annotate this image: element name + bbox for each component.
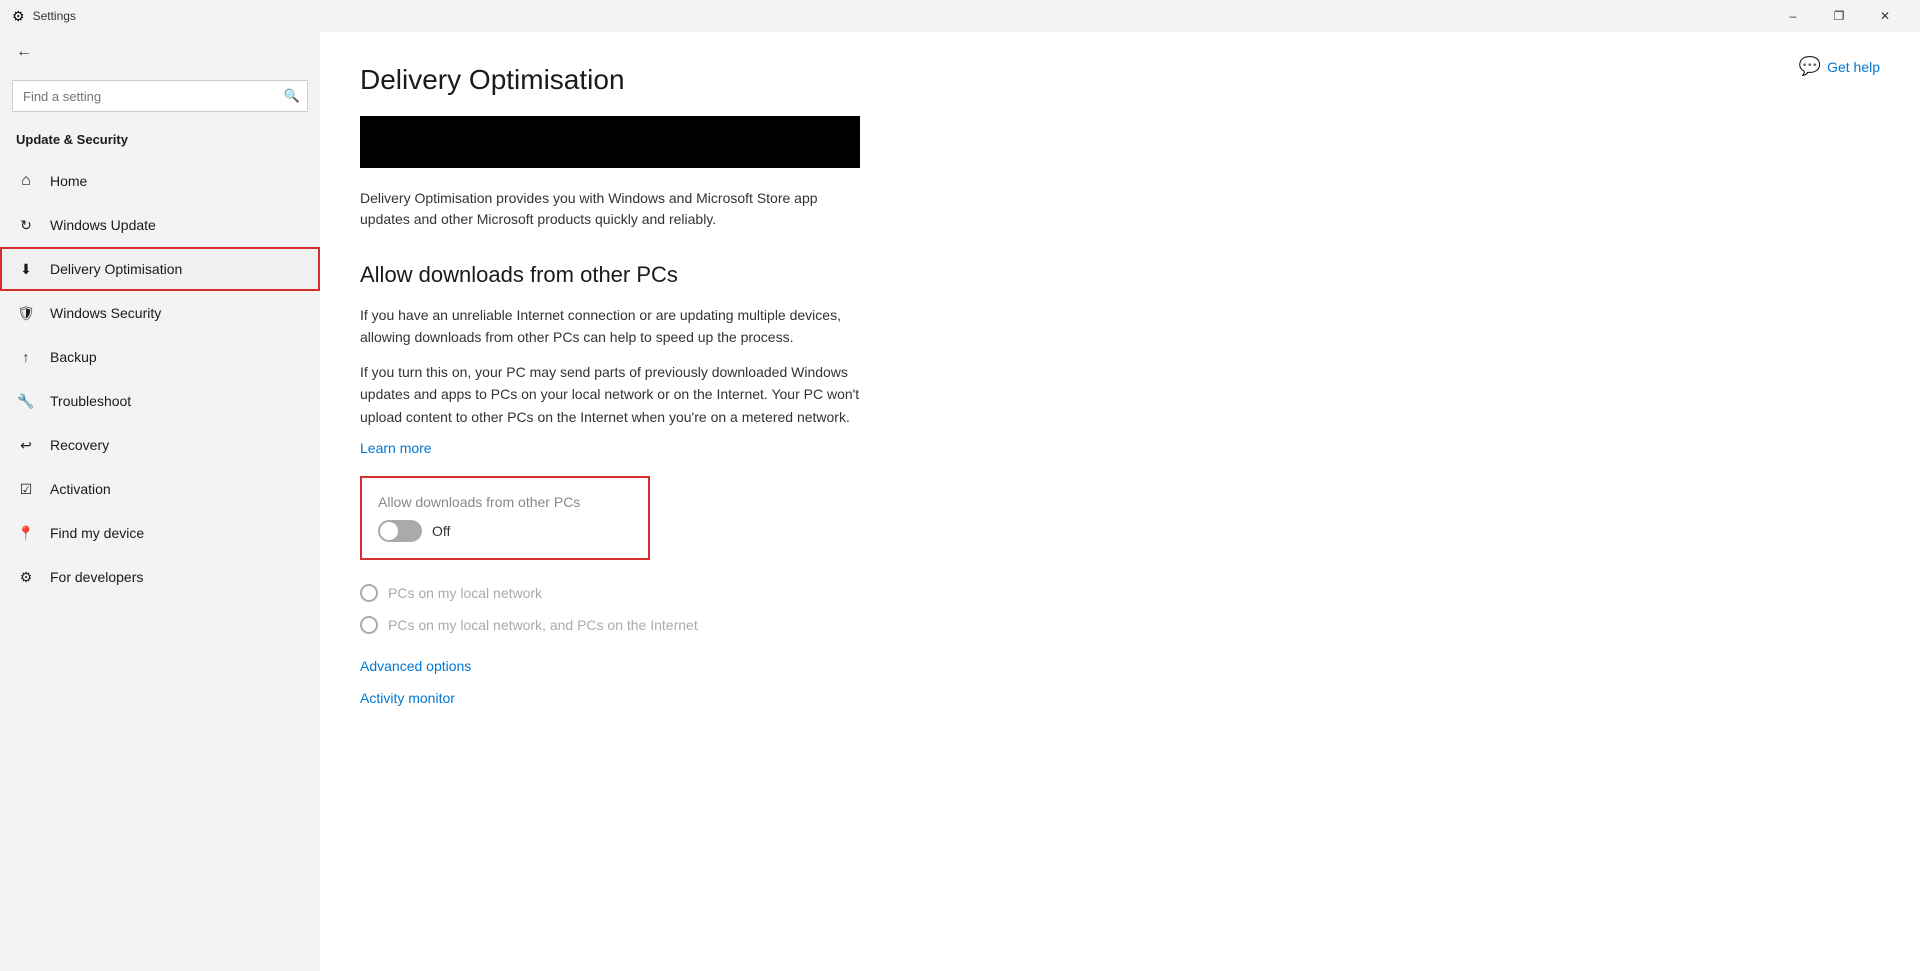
toggle-status: Off [432, 523, 450, 539]
sidebar-section-title: Update & Security [0, 128, 320, 159]
activity-monitor-link[interactable]: Activity monitor [360, 690, 1880, 706]
radio-local-label: PCs on my local network [388, 585, 542, 601]
windows-security-icon: 🛡 [16, 303, 36, 323]
back-button[interactable]: ← [0, 32, 320, 72]
allow-description-2: If you turn this on, your PC may send pa… [360, 361, 860, 428]
find-my-device-icon: 📍 [16, 523, 36, 543]
toggle-box: Allow downloads from other PCs Off [360, 476, 650, 560]
allow-description-1: If you have an unreliable Internet conne… [360, 304, 860, 349]
radio-internet-label: PCs on my local network, and PCs on the … [388, 617, 698, 633]
links-section: Advanced options Activity monitor [360, 658, 1880, 706]
home-icon: ⌂ [16, 171, 36, 191]
allow-downloads-toggle[interactable] [378, 520, 422, 542]
sidebar-item-windows-update[interactable]: ↻ Windows Update [0, 203, 320, 247]
toggle-label: Allow downloads from other PCs [378, 494, 632, 510]
recovery-icon: ↩ [16, 435, 36, 455]
radio-local-button[interactable] [360, 584, 378, 602]
back-icon: ← [16, 43, 32, 61]
redacted-banner [360, 116, 860, 168]
radio-internet-button[interactable] [360, 616, 378, 634]
titlebar-controls: – ❐ ✕ [1770, 0, 1908, 32]
minimize-button[interactable]: – [1770, 0, 1816, 32]
sidebar-item-for-developers-label: For developers [50, 569, 143, 585]
close-button[interactable]: ✕ [1862, 0, 1908, 32]
learn-more-link[interactable]: Learn more [360, 440, 432, 456]
sidebar-item-delivery-optimisation[interactable]: ⬇ Delivery Optimisation [0, 247, 320, 291]
sidebar-item-find-my-device-label: Find my device [50, 525, 144, 541]
radio-option-internet[interactable]: PCs on my local network, and PCs on the … [360, 616, 1880, 634]
for-developers-icon: ⚙ [16, 567, 36, 587]
sidebar-item-find-my-device[interactable]: 📍 Find my device [0, 511, 320, 555]
allow-downloads-heading: Allow downloads from other PCs [360, 262, 1880, 288]
get-help-icon: 💬 [1799, 56, 1821, 77]
sidebar-item-recovery-label: Recovery [50, 437, 109, 453]
titlebar: ⚙ Settings – ❐ ✕ [0, 0, 1920, 32]
delivery-optimisation-icon: ⬇ [16, 259, 36, 279]
advanced-options-link[interactable]: Advanced options [360, 658, 1880, 674]
titlebar-icon: ⚙ [12, 8, 25, 25]
get-help-label: Get help [1827, 59, 1880, 75]
sidebar-item-home[interactable]: ⌂ Home [0, 159, 320, 203]
sidebar-item-windows-security[interactable]: 🛡 Windows Security [0, 291, 320, 335]
titlebar-title: Settings [33, 9, 76, 23]
maximize-button[interactable]: ❐ [1816, 0, 1862, 32]
page-title: Delivery Optimisation [360, 64, 1880, 96]
toggle-row: Off [378, 520, 632, 542]
windows-update-icon: ↻ [16, 215, 36, 235]
sidebar-item-activation[interactable]: ☑ Activation [0, 467, 320, 511]
sidebar-item-windows-security-label: Windows Security [50, 305, 161, 321]
troubleshoot-icon: 🔧 [16, 391, 36, 411]
sidebar-item-for-developers[interactable]: ⚙ For developers [0, 555, 320, 599]
sidebar-item-troubleshoot[interactable]: 🔧 Troubleshoot [0, 379, 320, 423]
sidebar-item-troubleshoot-label: Troubleshoot [50, 393, 131, 409]
sidebar-item-home-label: Home [50, 173, 87, 189]
sidebar-item-activation-label: Activation [50, 481, 111, 497]
titlebar-left: ⚙ Settings [12, 8, 76, 25]
radio-option-local[interactable]: PCs on my local network [360, 584, 1880, 602]
activation-icon: ☑ [16, 479, 36, 499]
sidebar-item-windows-update-label: Windows Update [50, 217, 156, 233]
sidebar: ← 🔍 Update & Security ⌂ Home ↻ Windows U… [0, 32, 320, 971]
search-box: 🔍 [12, 80, 308, 112]
sidebar-item-backup[interactable]: ↑ Backup [0, 335, 320, 379]
search-input[interactable] [12, 80, 308, 112]
sidebar-item-backup-label: Backup [50, 349, 97, 365]
content-area: 💬 Get help Delivery Optimisation Deliver… [320, 32, 1920, 971]
sidebar-item-recovery[interactable]: ↩ Recovery [0, 423, 320, 467]
app-body: ← 🔍 Update & Security ⌂ Home ↻ Windows U… [0, 32, 1920, 971]
sidebar-item-delivery-optimisation-label: Delivery Optimisation [50, 261, 182, 277]
get-help-link[interactable]: 💬 Get help [1799, 56, 1880, 77]
backup-icon: ↑ [16, 347, 36, 367]
page-description: Delivery Optimisation provides you with … [360, 188, 860, 230]
